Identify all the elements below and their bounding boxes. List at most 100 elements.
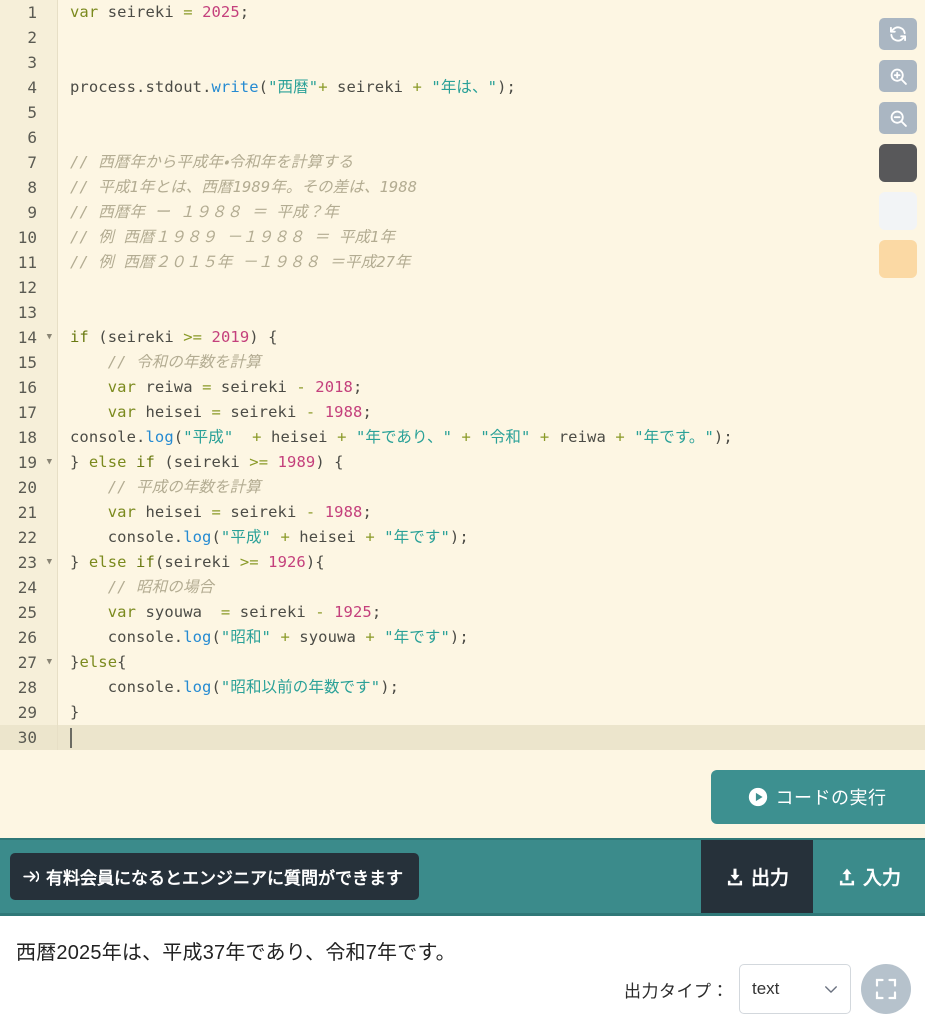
code-line[interactable]: // 例 西暦１９８９ －１９８８ ＝ 平成1年	[58, 225, 925, 250]
code-line[interactable]: // 平成の年数を計算	[58, 475, 925, 500]
theme-swatch-dark[interactable]	[879, 144, 917, 182]
editor-container: 1 2 3 4 5 6 7 8 9 10 11 12 13 14 ▼ 15 16 17 18 19 ▼ 20 21 22 23 ▼…	[0, 0, 925, 838]
code-token: seireki	[230, 603, 316, 621]
code-token: +	[615, 428, 625, 446]
fold-toggle-icon[interactable]: ▼	[47, 450, 52, 475]
line-number: 8	[27, 178, 37, 197]
code-line[interactable]: console.log("昭和" + syouwa + "年です");	[58, 625, 925, 650]
run-code-button[interactable]: コードの実行	[711, 770, 925, 824]
code-line[interactable]: process.stdout.write("西暦"+ seireki + "年は…	[58, 75, 925, 100]
code-token: .	[173, 628, 184, 646]
code-line[interactable]: } else if(seireki >= 1926){	[58, 550, 925, 575]
line-number: 7	[27, 153, 37, 172]
code-token: +	[461, 428, 471, 446]
code-token: "西暦"	[268, 78, 319, 96]
tab-input[interactable]: 入力	[813, 840, 925, 913]
code-token: else	[88, 453, 127, 471]
code-line[interactable]: console.log("昭和以前の年数です");	[58, 675, 925, 700]
code-line[interactable]: console.log("平成" + heisei + "年であり、" + "令…	[58, 425, 925, 450]
code-token: "昭和"	[220, 628, 271, 646]
code-token: 1988	[324, 503, 363, 521]
code-token: heisei	[261, 428, 338, 446]
code-token: ;	[353, 378, 363, 396]
code-token: "令和"	[480, 428, 531, 446]
line-number: 24	[17, 578, 37, 597]
line-number: 25	[17, 603, 37, 622]
line-number: 29	[17, 703, 37, 722]
code-line[interactable]: // 昭和の場合	[58, 575, 925, 600]
code-line[interactable]: var reiwa = seireki - 2018;	[58, 375, 925, 400]
code-line[interactable]: }else{	[58, 650, 925, 675]
code-editor[interactable]: 1 2 3 4 5 6 7 8 9 10 11 12 13 14 ▼ 15 16 17 18 19 ▼ 20 21 22 23 ▼…	[0, 0, 925, 838]
code-line[interactable]: var seireki = 2025;	[58, 0, 925, 25]
code-line[interactable]: // 西暦年 ー １９８８ ＝ 平成？年	[58, 200, 925, 225]
code-line[interactable]	[58, 125, 925, 150]
code-token: heisei	[136, 503, 212, 521]
zoom-in-icon[interactable]	[879, 60, 917, 92]
tab-output[interactable]: 出力	[700, 840, 813, 913]
code-line[interactable]: // 平成1年とは、西暦1989年。その差は、1988	[58, 175, 925, 200]
code-token: +	[318, 78, 328, 96]
code-line[interactable]: // 西暦年から平成年・令和年を計算する	[58, 150, 925, 175]
line-number: 3	[27, 53, 37, 72]
code-token: "年であり、"	[355, 428, 453, 446]
theme-swatch-tan[interactable]	[879, 240, 917, 278]
output-type-select[interactable]: text	[739, 964, 851, 1014]
code-token: reiwa	[136, 378, 203, 396]
code-token: log	[183, 628, 212, 646]
code-line[interactable]: // 例 西暦２０１５年 －１９８８ ＝平成27年	[58, 250, 925, 275]
code-line[interactable]	[58, 275, 925, 300]
line-number-gutter: 1 2 3 4 5 6 7 8 9 10 11 12 13 14 ▼ 15 16 17 18 19 ▼ 20 21 22 23 ▼…	[0, 0, 58, 750]
code-line[interactable]: console.log("平成" + heisei + "年です");	[58, 525, 925, 550]
code-line[interactable]: var syouwa = seireki - 1925;	[58, 600, 925, 625]
zoom-out-icon[interactable]	[879, 102, 917, 134]
line-number: 14 ▼	[0, 325, 57, 350]
code-token: var	[107, 603, 137, 621]
output-panel: 西暦2025年は、平成37年であり、令和7年です。 出力タイプ： text	[0, 916, 925, 1024]
fold-toggle-icon[interactable]: ▼	[47, 650, 52, 675]
code-line[interactable]: // 令和の年数を計算	[58, 350, 925, 375]
code-line[interactable]	[58, 50, 925, 75]
code-line[interactable]	[58, 725, 925, 750]
premium-promo-label: 有料会員になるとエンジニアに質問ができます	[46, 869, 403, 888]
code-line[interactable]: var heisei = seireki - 1988;	[58, 500, 925, 525]
expand-output-button[interactable]	[861, 964, 911, 1014]
code-content[interactable]: var seireki = 2025; process.stdout.write(…	[58, 0, 925, 838]
code-token: ;	[371, 603, 382, 621]
code-line[interactable]	[58, 25, 925, 50]
code-line[interactable]	[58, 100, 925, 125]
line-number: 30	[0, 725, 57, 750]
code-token: seireki	[220, 403, 306, 421]
code-token: ;	[362, 403, 372, 421]
line-number: 2	[27, 28, 37, 47]
code-line[interactable]: } else if (seireki >= 1989) {	[58, 450, 925, 475]
code-token: seireki	[220, 503, 306, 521]
code-line[interactable]: var heisei = seireki - 1988;	[58, 400, 925, 425]
fold-toggle-icon[interactable]: ▼	[47, 550, 52, 575]
theme-swatch-light[interactable]	[879, 192, 917, 230]
code-token: );	[449, 628, 469, 646]
code-line[interactable]	[58, 300, 925, 325]
fold-toggle-icon[interactable]: ▼	[47, 325, 52, 350]
line-number: 27 ▼	[0, 650, 57, 675]
premium-promo-banner[interactable]: 有料会員になるとエンジニアに質問ができます	[10, 853, 419, 900]
code-line[interactable]: if (seireki >= 2019) {	[58, 325, 925, 350]
line-number: 12	[17, 278, 37, 297]
code-line[interactable]: }	[58, 700, 925, 725]
code-token: syouwa	[289, 628, 366, 646]
code-token: );	[449, 528, 469, 546]
code-token: -	[305, 403, 316, 421]
output-controls: 出力タイプ： text	[624, 964, 911, 1014]
code-token: .	[173, 678, 184, 696]
code-token: // 西暦年から平成年・令和年を計算する	[70, 153, 354, 171]
refresh-icon[interactable]	[879, 18, 917, 50]
code-token: 1989	[277, 453, 316, 471]
code-token: // 西暦年 ー １９８８ ＝ 平成？年	[70, 203, 339, 221]
chevron-down-icon	[825, 985, 837, 993]
